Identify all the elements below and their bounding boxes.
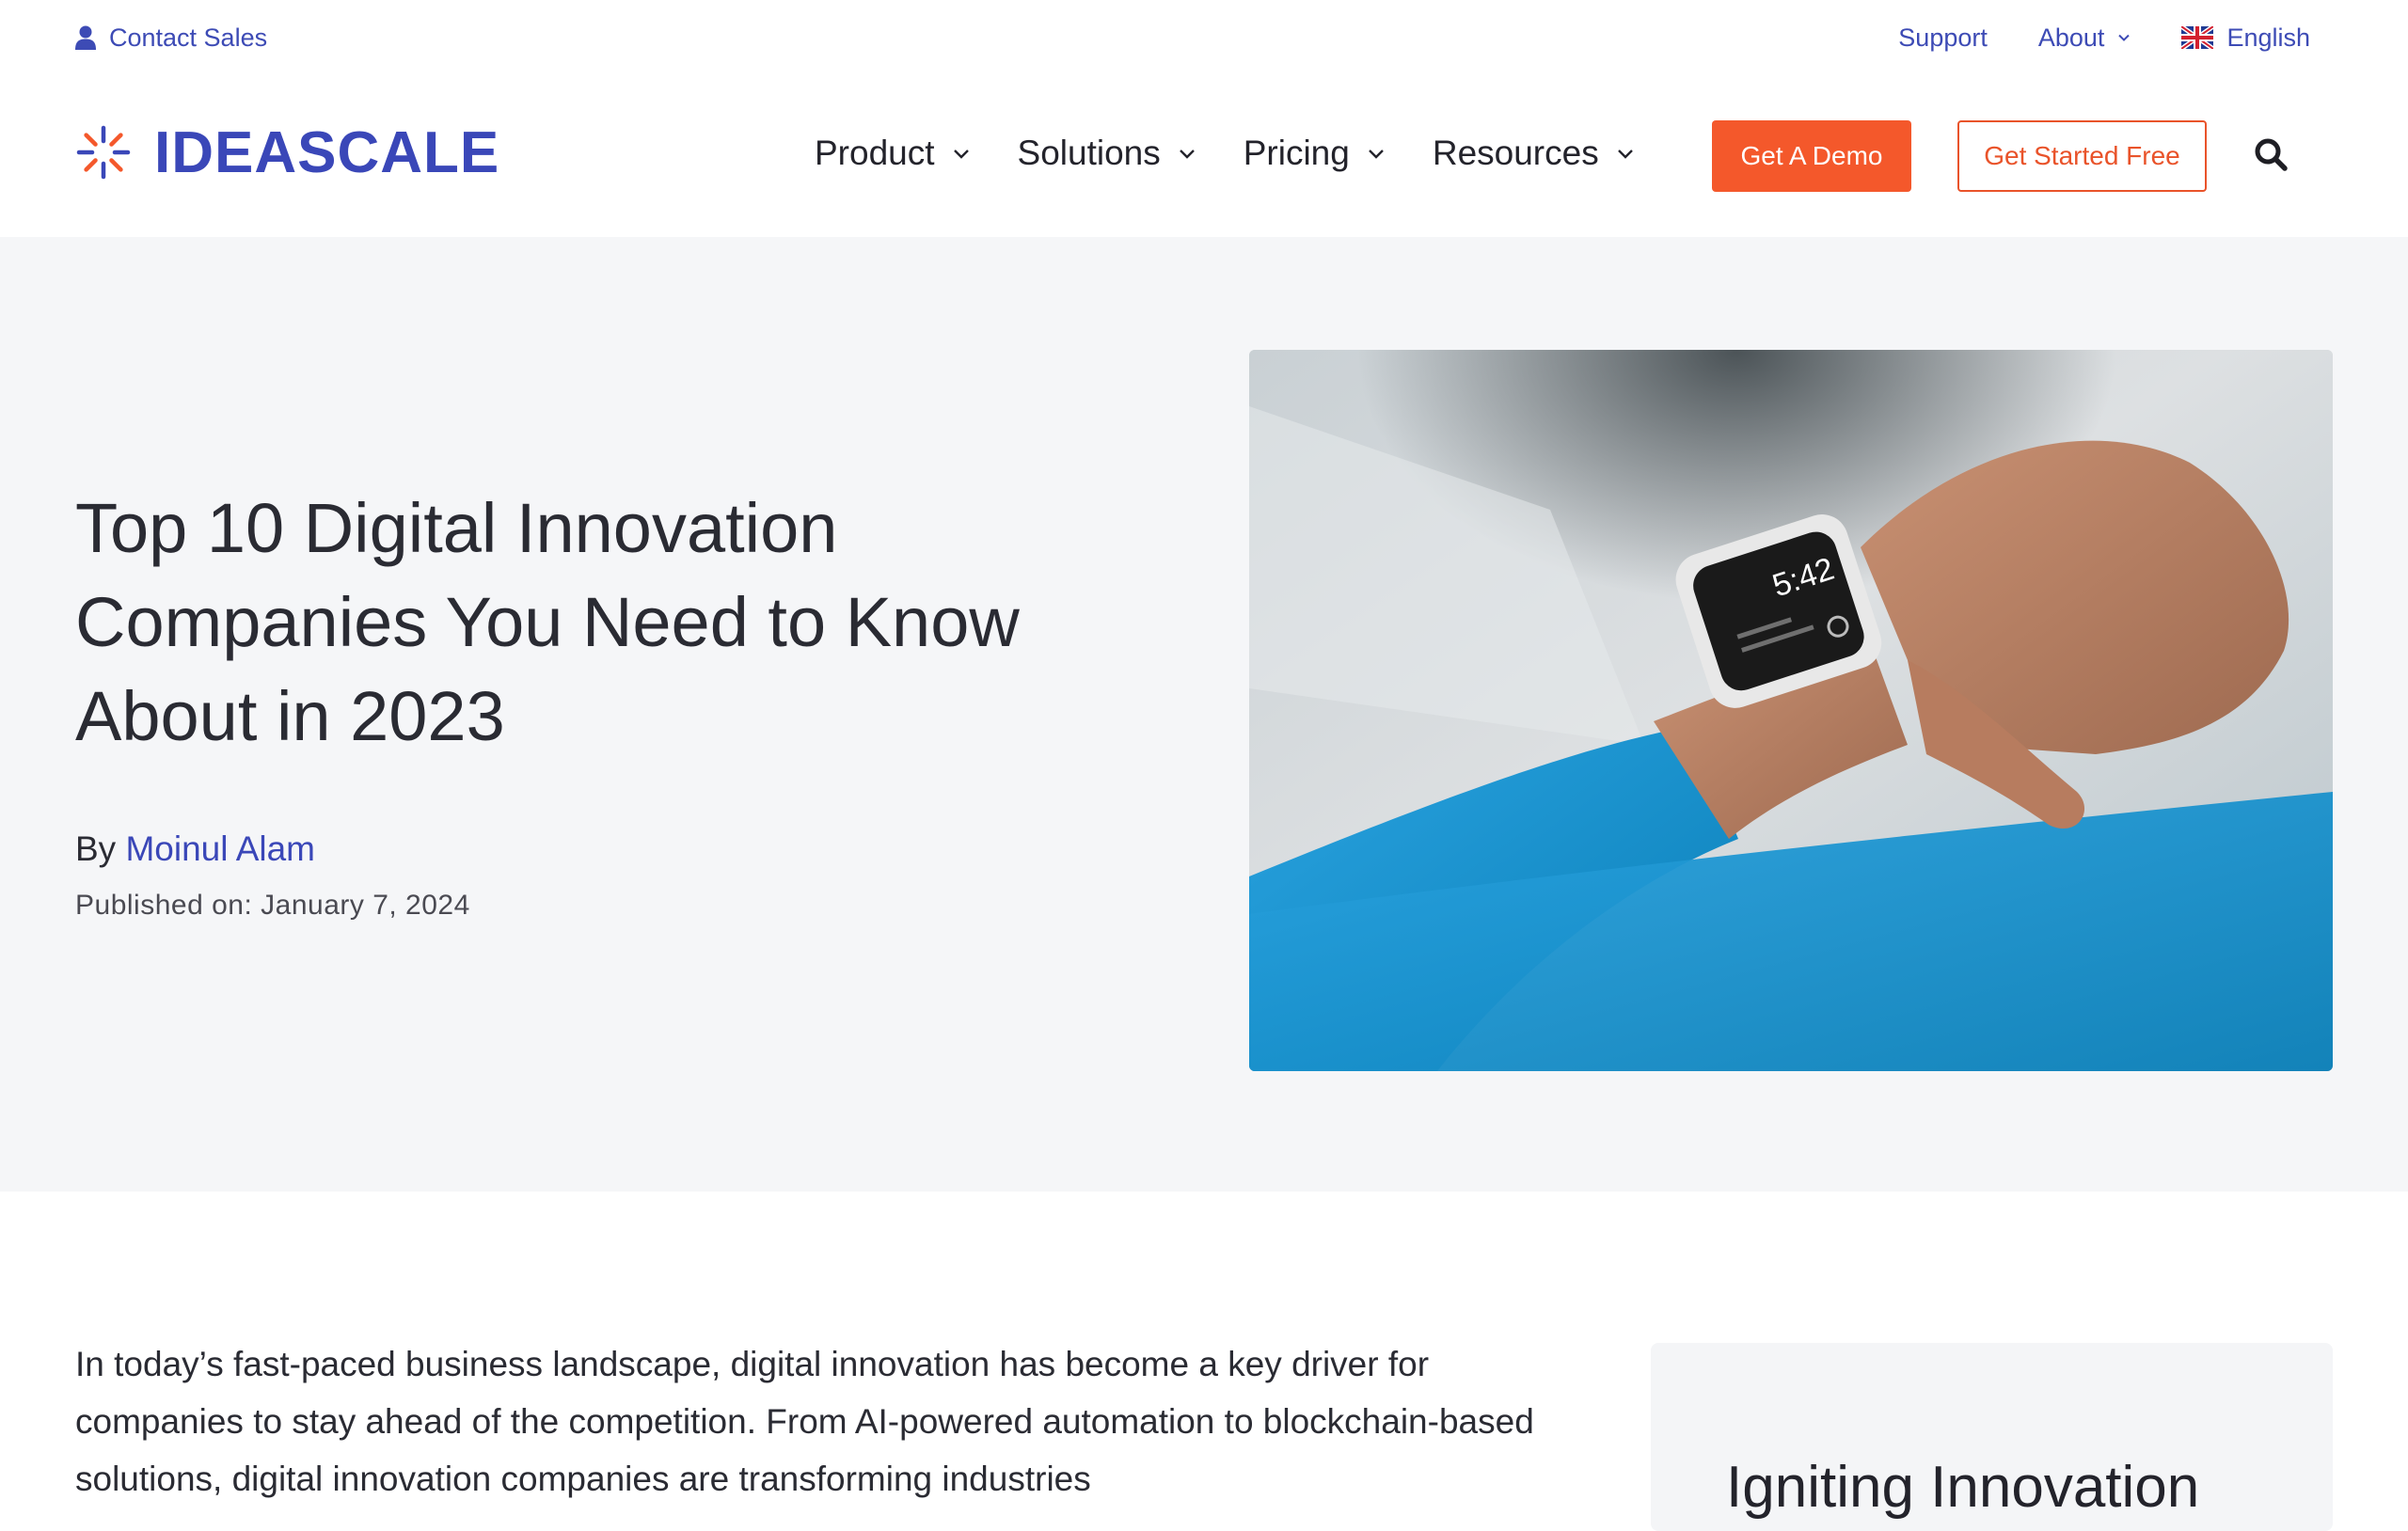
- nav-item-product[interactable]: Product: [815, 134, 971, 173]
- chevron-down-icon: [1179, 150, 1195, 159]
- sidebar-card-title: Igniting Innovation: [1726, 1455, 2200, 1520]
- hero-section: Top 10 Digital Innovation Companies You …: [0, 237, 2408, 1192]
- search-button[interactable]: [2250, 134, 2291, 175]
- chevron-down-icon: [1617, 150, 1633, 159]
- byline: By Moinul Alam: [75, 829, 315, 869]
- nav-item-label: Solutions: [1017, 134, 1161, 172]
- nav-item-label: Product: [815, 134, 935, 172]
- chevron-down-icon: [953, 150, 969, 159]
- chevron-down-icon: [2118, 34, 2131, 41]
- about-label: About: [2037, 23, 2105, 52]
- nav-item-resources[interactable]: Resources: [1433, 134, 1635, 173]
- utility-bar: Contact Sales Support About English: [0, 0, 2408, 73]
- nav-item-label: Pricing: [1243, 134, 1350, 172]
- user-icon: [75, 25, 96, 50]
- nav-item-pricing[interactable]: Pricing: [1244, 134, 1386, 173]
- uk-flag-icon: [2181, 26, 2214, 49]
- article-intro: In today’s fast-paced business landscape…: [75, 1345, 1534, 1498]
- contact-sales-link[interactable]: Contact Sales: [75, 19, 267, 56]
- utility-links: Support About English: [1898, 19, 2310, 56]
- contact-sales-label: Contact Sales: [109, 23, 268, 52]
- published-date: Published on: January 7, 2024: [75, 890, 470, 921]
- search-icon: [2255, 138, 2288, 171]
- get-started-free-button[interactable]: Get Started Free: [1957, 120, 2207, 192]
- main-nav: Product Solutions Pricing Resources: [815, 122, 1635, 184]
- support-link[interactable]: Support: [1898, 24, 1988, 53]
- author-link[interactable]: Moinul Alam: [125, 829, 315, 868]
- smartwatch-photo: 5:42: [1249, 350, 2333, 1071]
- about-menu[interactable]: About: [2038, 24, 2131, 53]
- nav-item-label: Resources: [1432, 134, 1599, 172]
- nav-item-solutions[interactable]: Solutions: [1018, 134, 1196, 173]
- hero-image: 5:42: [1249, 350, 2333, 1071]
- chevron-down-icon: [1368, 150, 1384, 159]
- get-a-demo-button[interactable]: Get A Demo: [1712, 120, 1911, 192]
- ideascale-logo-icon: [76, 125, 131, 180]
- page-title: Top 10 Digital Innovation Companies You …: [75, 489, 1020, 755]
- support-label: Support: [1898, 23, 1988, 52]
- sidebar-card: Igniting Innovation: [1651, 1343, 2333, 1531]
- language-selector[interactable]: English: [2181, 24, 2310, 53]
- logo-text: IDEASCALE: [154, 119, 500, 185]
- main-header: IDEASCALE Product Solutions Pricing Reso…: [0, 85, 2408, 226]
- by-label: By: [75, 829, 117, 868]
- ideascale-logo[interactable]: IDEASCALE: [73, 118, 499, 186]
- language-label: English: [2226, 23, 2310, 52]
